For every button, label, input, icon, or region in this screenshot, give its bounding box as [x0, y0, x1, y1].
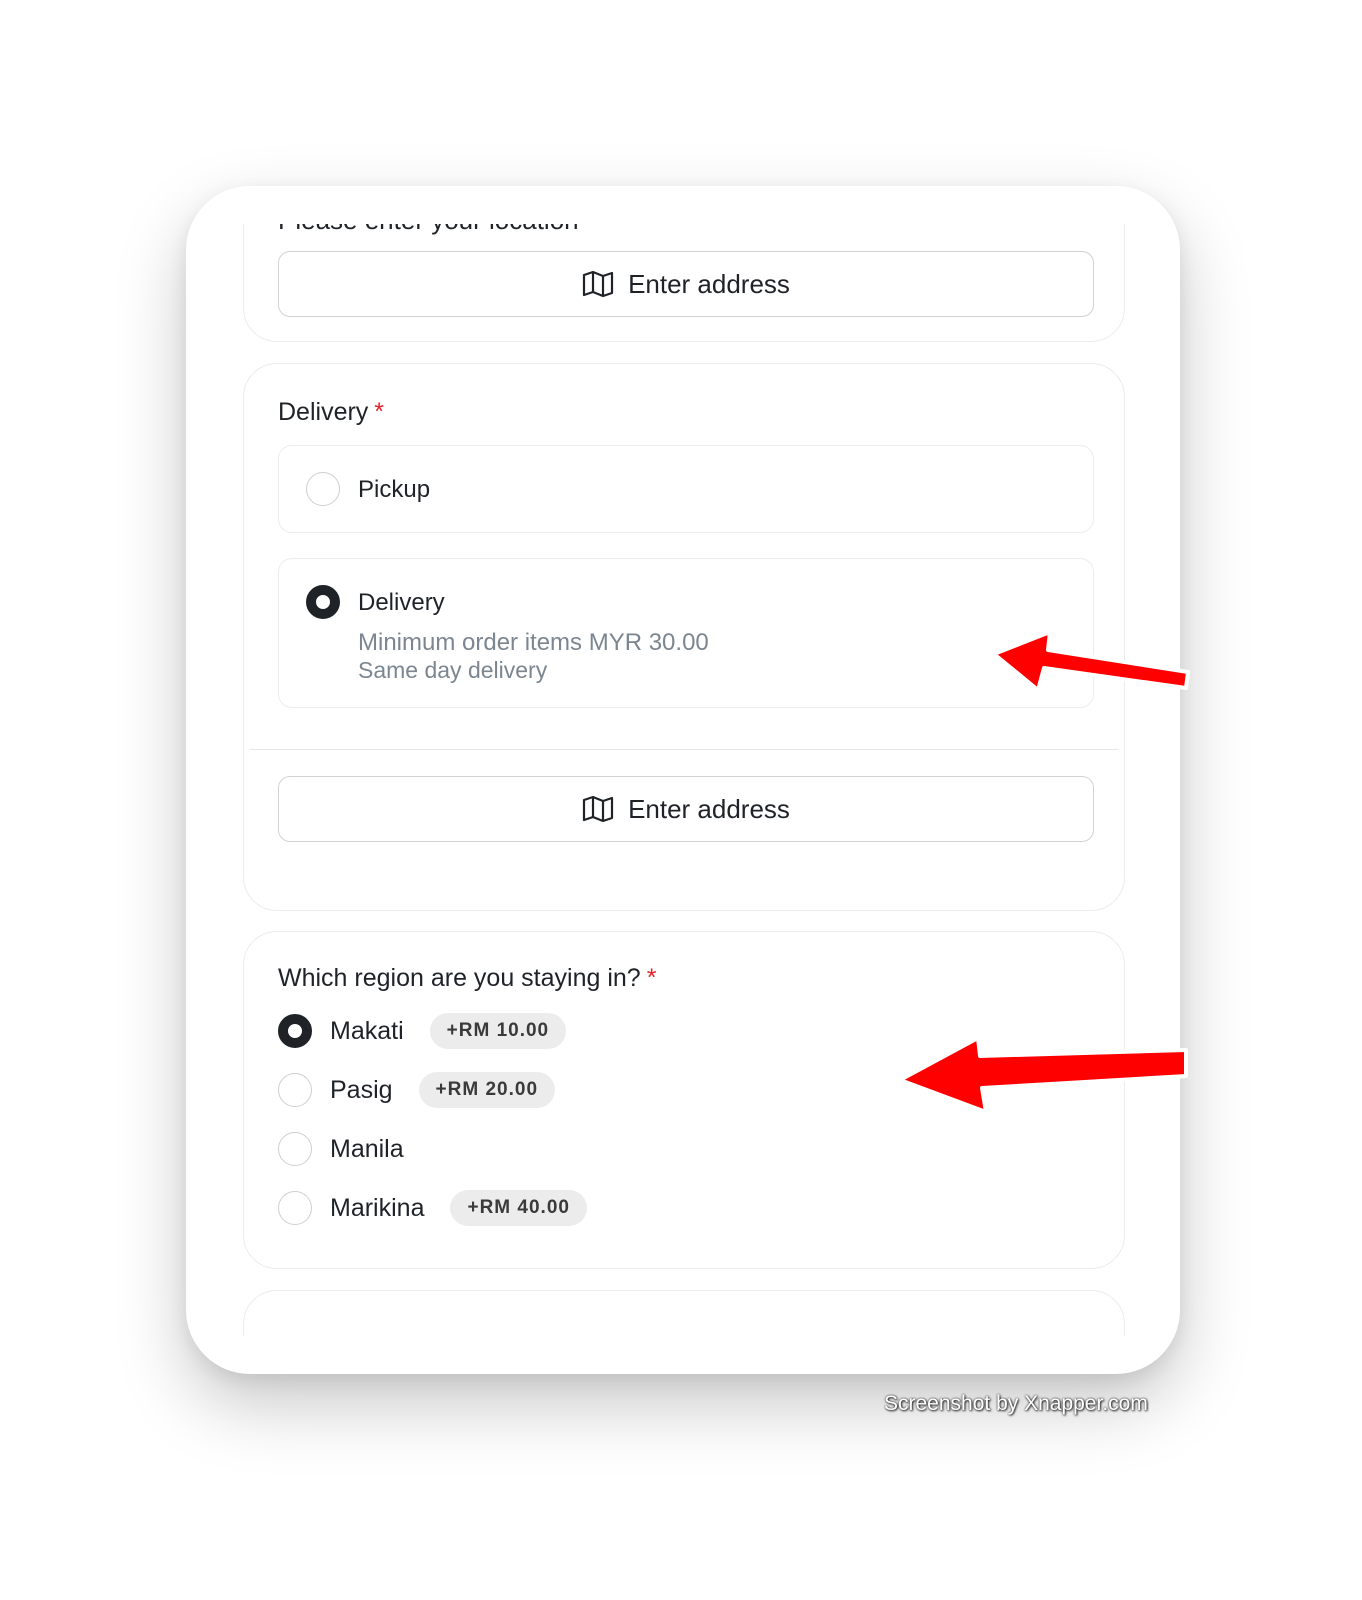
radio-pickup[interactable] [306, 472, 340, 506]
region-option-manila[interactable]: Manila [278, 1130, 404, 1168]
radio-pasig[interactable] [278, 1073, 312, 1107]
region-card: Which region are you staying in? * Makati… [243, 931, 1125, 1269]
map-icon [582, 270, 614, 298]
region-field-label: Which region are you staying in? * [278, 964, 656, 993]
delivery-option-delivery[interactable]: Delivery Minimum order items MYR 30.00 S… [278, 558, 1094, 708]
radio-delivery[interactable] [306, 585, 340, 619]
price-badge: +RM 10.00 [429, 1013, 567, 1049]
next-card [243, 1290, 1125, 1336]
delivery-card: Delivery * Pickup Delivery Minimum order … [243, 363, 1125, 911]
watermark: Screenshot by Xnapper.com [884, 1392, 1148, 1415]
required-mark: * [374, 398, 385, 426]
enter-address-button[interactable]: Enter address [278, 251, 1094, 317]
region-label-text: Which region are you staying in? [278, 964, 641, 992]
region-option-marikina[interactable]: Marikina +RM 40.00 [278, 1189, 587, 1227]
divider [250, 749, 1118, 750]
location-card: Please enter your location Enter address [243, 224, 1125, 342]
device-frame: Please enter your location Enter address… [186, 186, 1180, 1374]
radio-makati[interactable] [278, 1014, 312, 1048]
region-name: Manila [330, 1134, 404, 1163]
radio-manila[interactable] [278, 1132, 312, 1166]
price-badge: +RM 20.00 [418, 1072, 556, 1108]
delivery-label-text: Delivery [278, 398, 369, 426]
delivery-option-pickup[interactable]: Pickup [278, 445, 1094, 533]
map-icon [582, 795, 614, 823]
price-badge: +RM 40.00 [450, 1190, 587, 1226]
enter-address-label: Enter address [628, 268, 790, 299]
region-name: Pasig [330, 1075, 393, 1104]
region-name: Marikina [330, 1193, 425, 1222]
enter-address-button[interactable]: Enter address [278, 776, 1094, 842]
radio-marikina[interactable] [278, 1191, 312, 1225]
option-min-order-text: Minimum order items MYR 30.00 [358, 629, 709, 656]
region-option-pasig[interactable]: Pasig +RM 20.00 [278, 1071, 556, 1109]
option-title: Pickup [358, 476, 431, 503]
delivery-field-label: Delivery * [278, 398, 384, 427]
option-delivery-time-text: Same day delivery [358, 657, 548, 683]
location-label: Please enter your location [278, 224, 579, 236]
required-mark: * [646, 964, 657, 992]
enter-address-label: Enter address [628, 793, 790, 824]
region-option-makati[interactable]: Makati +RM 10.00 [278, 1012, 567, 1050]
region-name: Makati [330, 1016, 404, 1045]
option-title: Delivery [358, 589, 445, 616]
form-viewport[interactable]: Please enter your location Enter address… [186, 224, 1180, 1336]
